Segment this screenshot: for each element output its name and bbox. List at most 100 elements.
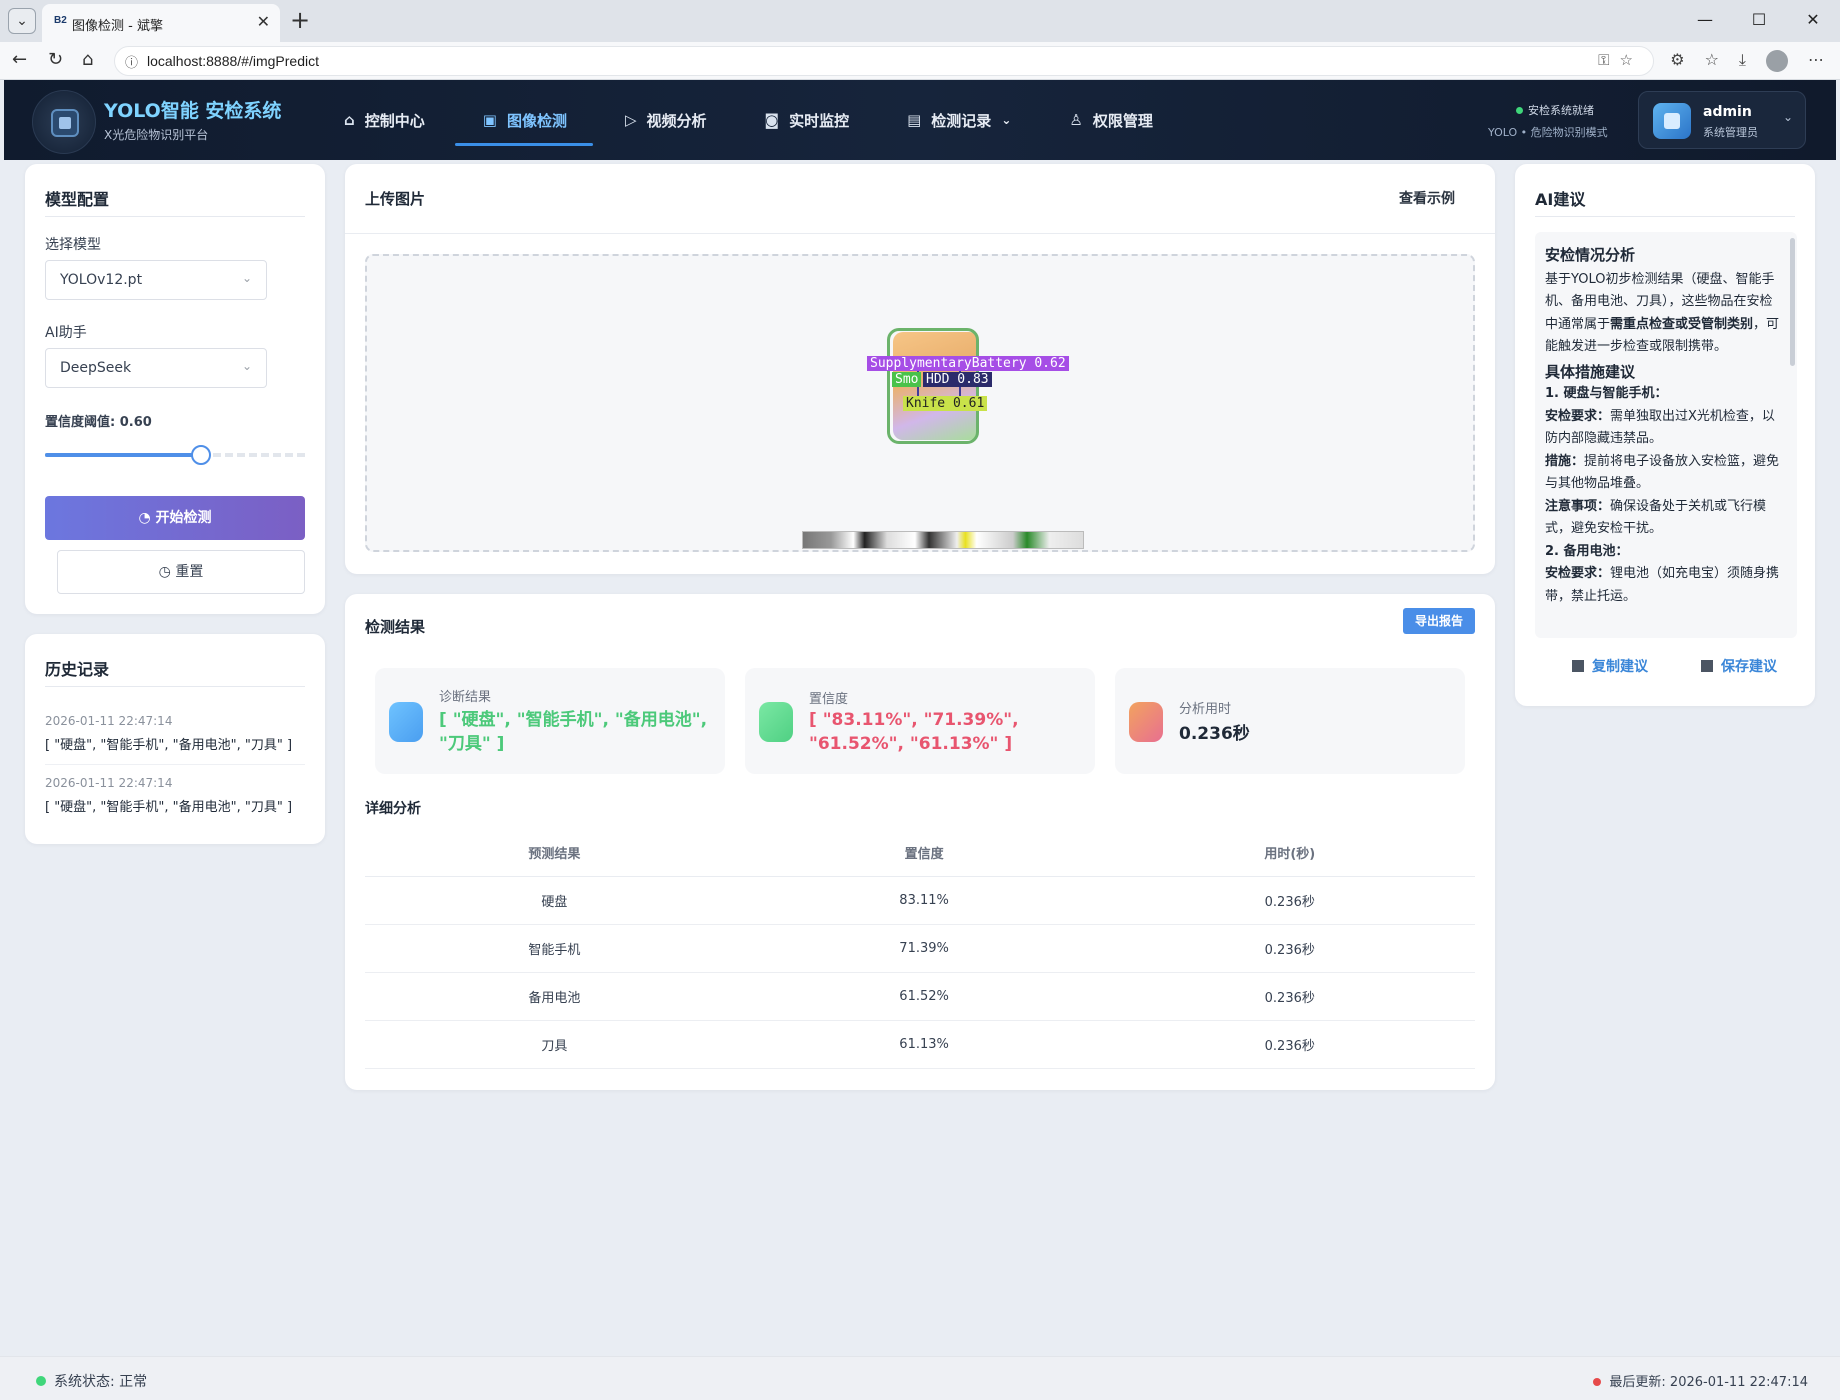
nav-label: 权限管理 [1092, 111, 1153, 130]
nav-live-monitor[interactable]: ◙ 实时监控 [765, 80, 850, 160]
export-report-button[interactable]: 导出报告 [1403, 608, 1475, 634]
ai-assistant-select[interactable]: DeepSeek ⌄ [45, 348, 267, 388]
reload-icon[interactable]: ↻ [48, 49, 63, 70]
avatar [1653, 103, 1691, 139]
config-title: 模型配置 [45, 190, 110, 209]
divider [45, 686, 305, 687]
upload-header: 上传图片 查看示例 [345, 164, 1495, 234]
downloads-icon[interactable]: ⤓ [1739, 50, 1746, 72]
start-label: 开始检测 [155, 510, 212, 526]
scrollbar[interactable] [1790, 238, 1795, 366]
url-field[interactable]: ⓘ localhost:8888/#/imgPredict ⚿☆ [114, 46, 1654, 76]
history-item[interactable]: 2026-01-11 22:47:14 [ "硬盘", "智能手机", "备用电… [45, 776, 305, 815]
status-text: 安检系统就绪 [1528, 104, 1594, 117]
image-dropzone[interactable]: SupplymentaryBattery 0.62 Smo HDD 0.83 K… [365, 254, 1475, 552]
more-icon[interactable]: ⋯ [1808, 50, 1824, 72]
ai-content: 安检情况分析 基于YOLO初步检测结果（硬盘、智能手机、备用电池、刀具），这些物… [1545, 244, 1781, 608]
new-tab-icon[interactable]: + [290, 6, 310, 34]
close-tab-icon[interactable]: ✕ [257, 12, 270, 31]
threshold-slider-fill [45, 453, 201, 457]
close-window-icon[interactable]: ✕ [1786, 0, 1840, 40]
home-browser-icon[interactable]: ⌂ [82, 49, 93, 70]
results-table: 预测结果 置信度 用时(秒) 硬盘 83.11% 0.236秒 智能手机 71.… [365, 830, 1475, 1069]
copy-suggestion-button[interactable]: 复制建议 [1572, 656, 1648, 676]
status-dot [1516, 107, 1523, 114]
favorites-icon[interactable]: ☆ [1705, 50, 1719, 72]
view-example-link[interactable]: 查看示例 [1399, 188, 1455, 208]
profile-avatar[interactable] [1766, 50, 1788, 72]
table-row: 备用电池 61.52% 0.236秒 [365, 972, 1475, 1021]
table-header-row: 预测结果 置信度 用时(秒) [365, 830, 1475, 877]
results-card: 检测结果 导出报告 诊断结果 [ "硬盘", "智能手机", "备用电池", "… [345, 594, 1495, 1090]
nav-video-analysis[interactable]: ▷ 视频分析 [625, 80, 707, 160]
document-icon: ▤ [907, 111, 922, 129]
nav-image-detection[interactable]: ▣ 图像检测 [454, 80, 594, 160]
upload-card: 上传图片 查看示例 SupplymentaryBattery 0.62 Smo … [345, 164, 1495, 574]
logo-icon [51, 109, 79, 137]
system-ready-status: 安检系统就绪 [1516, 102, 1594, 118]
nav-control-center[interactable]: ⌂ 控制中心 [344, 80, 425, 160]
tab-favicon: B2 [54, 15, 67, 26]
cell: 0.236秒 [1104, 924, 1475, 973]
col-header: 预测结果 [365, 830, 744, 877]
window-controls: — ☐ ✕ [1678, 0, 1840, 40]
app-subtitle: X光危险物识别平台 [104, 128, 209, 142]
extensions-icon[interactable]: ⚙ [1670, 50, 1684, 72]
nav-label: 控制中心 [364, 111, 425, 130]
save-suggestion-button[interactable]: 保存建议 [1701, 656, 1777, 676]
user-icon: ♙ [1069, 111, 1083, 129]
divider [45, 216, 305, 217]
stat-label: 置信度 [809, 692, 849, 707]
cell: 61.13% [743, 1020, 1105, 1069]
cell: 83.11% [743, 876, 1105, 925]
browser-toolbar: ⚙ ☆ ⤓ ⋯ [1670, 50, 1824, 72]
stat-diagnosis: 诊断结果 [ "硬盘", "智能手机", "备用电池", "刀具" ] [375, 668, 725, 774]
chevron-down-icon: ⌄ [241, 359, 252, 373]
user-name: admin [1703, 104, 1752, 120]
system-status: 系统状态: 正常 [36, 1371, 147, 1391]
minimize-icon[interactable]: — [1678, 0, 1732, 40]
favorite-star-icon[interactable]: ⚿☆ [1598, 51, 1643, 69]
ai-suggestion-card: AI建议 安检情况分析 基于YOLO初步检测结果（硬盘、智能手机、备用电池、刀具… [1515, 164, 1815, 706]
status-footer: 系统状态: 正常 最后更新: 2026-01-11 22:47:14 [0, 1356, 1840, 1400]
diagnosis-icon [389, 702, 423, 742]
address-bar: ← ↻ ⌂ ⓘ localhost:8888/#/imgPredict ⚿☆ ⚙… [0, 42, 1840, 80]
play-icon: ▷ [624, 111, 637, 129]
user-menu[interactable]: admin 系统管理员 ⌄ [1638, 91, 1806, 149]
site-info-icon[interactable]: ⓘ [125, 52, 138, 71]
nav-records[interactable]: ▤ 检测记录 ⌄ [907, 80, 1011, 160]
last-updated: 最后更新: 2026-01-11 22:47:14 [1593, 1371, 1808, 1390]
nav-permissions[interactable]: ♙ 权限管理 [1069, 80, 1152, 160]
reset-label: 重置 [175, 564, 204, 580]
threshold-slider-handle[interactable] [191, 445, 211, 465]
model-select[interactable]: YOLOv12.pt ⌄ [45, 260, 267, 300]
update-dot [1593, 1378, 1602, 1386]
reset-button[interactable]: ◷ 重置 [57, 550, 305, 594]
nav-label: 图像检测 [506, 111, 567, 130]
ai-title: AI建议 [1535, 190, 1586, 209]
nav-label: 检测记录 [931, 111, 992, 130]
ai-paragraph: 安检要求：锂电池（如充电宝）须随身携带，禁止托运。 [1545, 563, 1781, 608]
ai-bold-text: 安检要求： [1545, 566, 1611, 581]
model-select-value: YOLOv12.pt [60, 272, 143, 288]
browser-tab[interactable]: B2 图像检测 - 斌擎 ✕ [42, 4, 280, 42]
copy-icon [1572, 660, 1584, 672]
history-value: [ "硬盘", "智能手机", "备用电池", "刀具" ] [45, 800, 293, 815]
history-time: 2026-01-11 22:47:14 [45, 776, 173, 790]
stat-label: 诊断结果 [439, 690, 492, 705]
history-item[interactable]: 2026-01-11 22:47:14 [ "硬盘", "智能手机", "备用电… [45, 714, 305, 753]
detection-label-knife: Knife 0.61 [903, 396, 988, 411]
back-icon[interactable]: ← [12, 49, 27, 70]
app-title: YOLO智能 安检系统 [104, 100, 282, 122]
loading-icon: ◔ [138, 510, 156, 526]
maximize-icon[interactable]: ☐ [1732, 0, 1786, 40]
detail-title: 详细分析 [365, 801, 421, 817]
stat-value: [ "硬盘", "智能手机", "备用电池", "刀具" ] [439, 710, 708, 754]
ai-heading: 安检情况分析 [1545, 246, 1636, 264]
save-icon [1701, 660, 1713, 672]
browser-tabbar: ⌄ B2 图像检测 - 斌擎 ✕ + — ☐ ✕ [0, 0, 1840, 42]
detection-label-battery: SupplymentaryBattery 0.62 [867, 356, 1069, 371]
tab-menu-chevron-icon[interactable]: ⌄ [8, 8, 36, 34]
save-label: 保存建议 [1721, 659, 1777, 675]
start-detection-button[interactable]: ◔ 开始检测 [45, 496, 305, 540]
